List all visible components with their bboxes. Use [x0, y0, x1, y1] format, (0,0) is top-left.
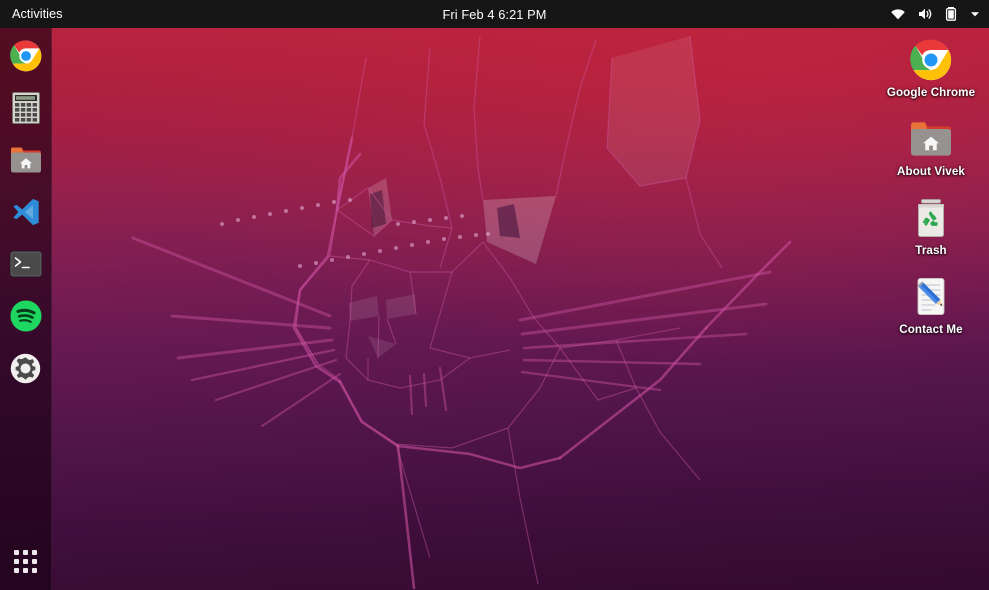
desktop-icon-trash[interactable]: Trash — [881, 192, 981, 259]
muzzle-patch-left — [349, 296, 379, 321]
top-bar: Activities Fri Feb 4 6:21 PM — [0, 0, 989, 28]
note-pencil-icon — [908, 274, 954, 320]
chrome-icon — [9, 40, 41, 72]
spotify-icon — [10, 300, 41, 332]
chevron-down-icon[interactable] — [969, 8, 981, 20]
trash-icon — [908, 195, 954, 241]
dock-item-settings[interactable] — [8, 350, 44, 386]
right-eye-polygon — [483, 196, 556, 264]
dock-item-terminal[interactable] — [8, 246, 44, 282]
gear-icon — [10, 353, 41, 383]
desktop-icon-google-chrome[interactable]: Google Chrome — [881, 34, 981, 101]
cougar-line-art — [131, 35, 792, 590]
show-applications-button[interactable] — [9, 544, 43, 578]
grid-dots-icon — [14, 549, 37, 573]
dock-item-visual-studio-code[interactable] — [8, 194, 44, 230]
activities-button[interactable]: Activities — [0, 0, 73, 28]
dock-item-spotify[interactable] — [8, 298, 44, 334]
desktop-icon-label: Trash — [915, 244, 947, 257]
desktop-icon-label: About Vivek — [897, 165, 965, 178]
home-folder-icon — [10, 147, 41, 173]
dock — [0, 28, 52, 590]
whiskers-right — [518, 270, 772, 392]
wallpaper — [0, 28, 989, 590]
chrome-icon — [908, 37, 954, 83]
dock-item-files[interactable] — [8, 142, 44, 178]
dock-item-google-chrome[interactable] — [8, 38, 44, 74]
desktop-icon-contact-me[interactable]: Contact Me — [881, 271, 981, 338]
volume-icon[interactable] — [917, 6, 933, 22]
desktop-root: Activities Fri Feb 4 6:21 PM Google Chro… — [0, 0, 989, 590]
battery-icon[interactable] — [944, 6, 958, 22]
desktop-icon-label: Contact Me — [899, 323, 963, 336]
dotted-brow-whiskers — [220, 198, 490, 268]
dock-item-calculator[interactable] — [8, 90, 44, 126]
muzzle-patch-right — [386, 294, 416, 319]
status-menu-button[interactable] — [890, 0, 981, 28]
desktop-icon-grid: Google Chrome About Vivek Trash Contact … — [879, 34, 983, 350]
clock: Fri Feb 4 6:21 PM — [0, 7, 989, 22]
chin-hairs — [408, 366, 448, 416]
whiskers-left — [131, 236, 341, 427]
vscode-icon — [12, 198, 39, 226]
desktop-icon-about-vivek[interactable]: About Vivek — [881, 113, 981, 180]
terminal-icon — [9, 251, 42, 277]
home-folder-icon — [908, 116, 954, 162]
clock-label[interactable]: Fri Feb 4 6:21 PM — [442, 7, 546, 22]
nose-triangle — [368, 336, 396, 358]
calculator-icon — [11, 92, 40, 124]
desktop-icon-label: Google Chrome — [886, 86, 976, 99]
wifi-icon[interactable] — [890, 6, 906, 22]
